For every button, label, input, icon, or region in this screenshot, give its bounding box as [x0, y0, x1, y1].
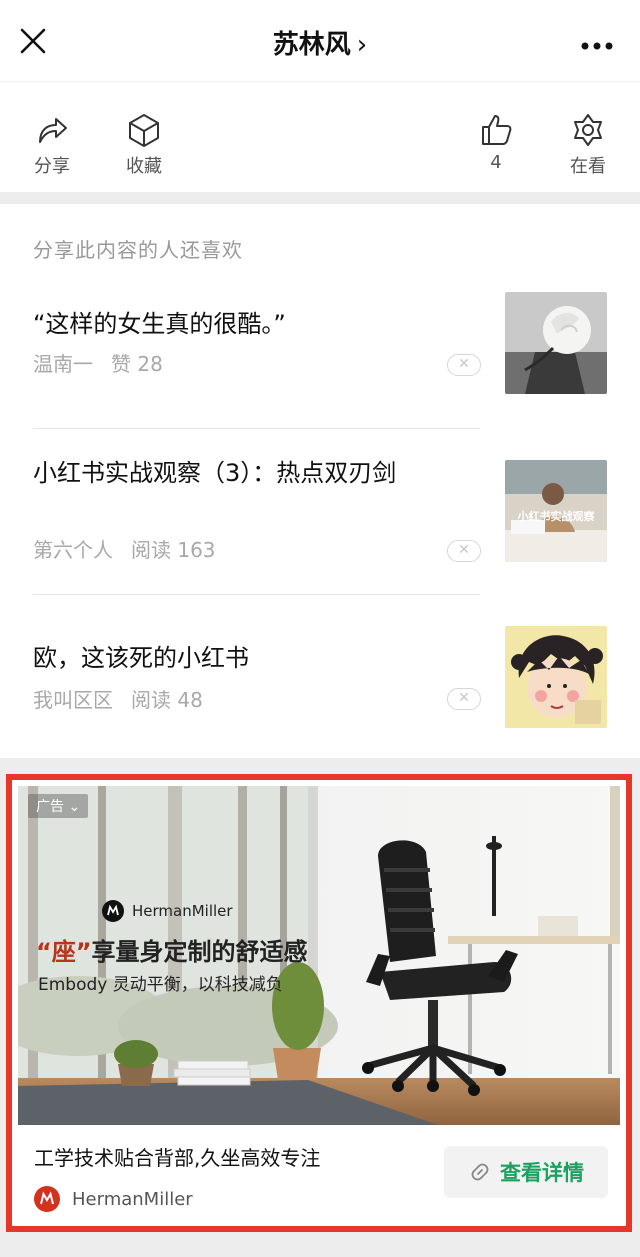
article-title: 欧，这该死的小红书	[33, 644, 249, 672]
article-title: “这样的女生真的很酷。”	[33, 310, 286, 338]
ad-label[interactable]: 广告 ⌄	[28, 794, 89, 818]
cube-icon	[129, 114, 159, 147]
advertiser-name: HermanMiller	[72, 1188, 193, 1210]
favorite-button[interactable]: 收藏	[104, 112, 184, 178]
ad-headline: “座”享量身定制的舒适感	[36, 932, 308, 967]
divider	[33, 594, 480, 595]
headline-highlight: “座”	[36, 938, 92, 966]
dismiss-icon[interactable]: ✕	[447, 354, 481, 376]
favorite-label: 收藏	[126, 156, 162, 177]
brand-badge: HermanMiller	[102, 900, 233, 922]
watching-label: 在看	[570, 156, 606, 177]
article-meta: 温南一赞 28	[33, 348, 163, 377]
account-name: 苏林风	[272, 30, 351, 60]
author-name: 温南一	[33, 352, 93, 376]
thumbnail-caption: 小红书实战观察	[517, 509, 596, 523]
view-details-button[interactable]: 查看详情	[444, 1146, 608, 1198]
account-name-link[interactable]: 苏林风 ›	[0, 24, 640, 61]
author-name: 第六个人	[33, 538, 113, 562]
article-thumbnail	[505, 626, 607, 728]
divider	[33, 428, 480, 429]
hermanmiller-logo-icon	[102, 900, 124, 922]
stat-text: 阅读 163	[131, 538, 216, 562]
advertiser[interactable]: HermanMiller	[34, 1186, 193, 1212]
ad-image[interactable]: 广告 ⌄ HermanMiller “座”享量身定制的舒适感 Embody 灵动…	[18, 786, 620, 1125]
share-arrow-icon	[39, 118, 67, 143]
article-title: 小红书实战观察（3）：热点双刃剑	[33, 459, 397, 487]
article-meta: 第六个人 阅读 163	[33, 534, 216, 563]
more-icon[interactable]	[580, 36, 614, 50]
thumbs-up-icon	[482, 115, 512, 145]
list-item[interactable]: 小红书实战观察（3）：热点双刃剑 第六个人 阅读 163 ✕ 小红书实战观察	[33, 454, 607, 594]
dismiss-icon[interactable]: ✕	[447, 540, 481, 562]
recommendation-list: 分享此内容的人还喜欢 “这样的女生真的很酷。” 温南一赞 28 ✕ 小红书实战观…	[0, 204, 640, 758]
ad-description: 工学技术贴合背部,久坐高效专注	[34, 1146, 321, 1170]
dismiss-icon[interactable]: ✕	[447, 688, 481, 710]
list-item[interactable]: 欧，这该死的小红书 我叫区区 阅读 48 ✕	[33, 626, 607, 750]
like-button[interactable]: 4	[456, 112, 536, 173]
article-meta: 我叫区区 阅读 48	[33, 684, 203, 713]
headline-rest: 享量身定制的舒适感	[91, 938, 308, 966]
ad-subline: Embody 灵动平衡，以科技减负	[38, 975, 283, 995]
like-count: 4	[490, 152, 502, 173]
article-thumbnail	[505, 292, 607, 394]
article-thumbnail: 小红书实战观察	[505, 460, 607, 562]
top-bar: 苏林风 ›	[0, 0, 640, 82]
chevron-right-icon: ›	[356, 30, 368, 60]
stat-text: 阅读 48	[131, 688, 203, 712]
ad-label-text: 广告	[36, 799, 64, 815]
share-label: 分享	[34, 156, 70, 177]
flower-icon	[574, 114, 602, 146]
share-button[interactable]: 分享	[12, 112, 92, 178]
author-name: 我叫区区	[33, 688, 113, 712]
advertiser-logo-icon	[34, 1186, 60, 1212]
ad-card[interactable]: 广告 ⌄ HermanMiller “座”享量身定制的舒适感 Embody 灵动…	[6, 774, 632, 1232]
watching-button[interactable]: 在看	[548, 112, 628, 178]
action-bar: 分享 收藏 4 在看	[0, 82, 640, 192]
section-title: 分享此内容的人还喜欢	[33, 238, 243, 262]
list-item[interactable]: “这样的女生真的很酷。” 温南一赞 28 ✕	[33, 292, 607, 414]
stat-text: 赞 28	[111, 352, 163, 376]
brand-badge-text: HermanMiller	[132, 902, 233, 920]
link-icon	[471, 1163, 489, 1181]
view-details-label: 查看详情	[500, 1161, 584, 1185]
